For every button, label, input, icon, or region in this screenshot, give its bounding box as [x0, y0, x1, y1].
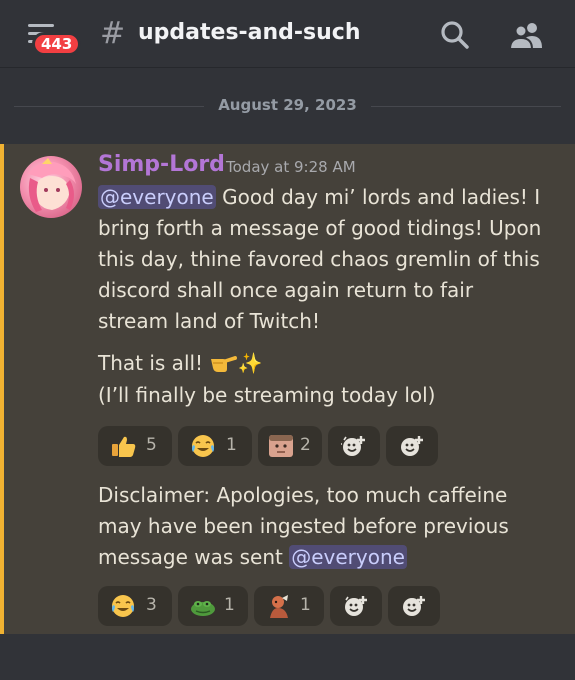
channel-name[interactable]: updates-and-such — [138, 20, 361, 45]
message-line-7: (I’ll finally be streaming today lol) — [98, 383, 436, 407]
search-icon[interactable] — [440, 20, 470, 50]
add-reaction-button[interactable] — [386, 426, 438, 466]
sparkles-emoji: ✨ — [237, 351, 263, 375]
channel-hash-icon: # — [100, 16, 126, 51]
message-line-1: @everyone Good day mi’ lords and ladies!… — [98, 182, 558, 213]
date-label: August 29, 2023 — [218, 96, 357, 114]
reaction-count: 3 — [146, 595, 157, 615]
reaction-joy[interactable]: 3 — [98, 586, 172, 626]
pointing-hand-emoji — [211, 356, 238, 372]
reaction-count: 1 — [224, 595, 235, 615]
divider-line-right — [371, 106, 561, 107]
message-line-5: stream land of Twitch! — [98, 309, 320, 333]
unread-badge: 443 — [32, 32, 82, 56]
avatar-image — [28, 158, 76, 212]
message-line-4: discord shall once again return to fair — [98, 278, 474, 302]
custom-face-emoji-icon — [269, 435, 293, 457]
author-username[interactable]: Simp-Lord — [98, 152, 225, 177]
members-icon[interactable] — [510, 20, 544, 50]
everyone-mention[interactable]: @everyone — [98, 185, 216, 209]
message-timestamp: Today at 9:28 AM — [226, 158, 356, 176]
message-text: That is all! — [98, 351, 204, 375]
frog-emoji-icon — [191, 601, 215, 616]
reaction-joy[interactable]: 1 — [178, 426, 252, 466]
thumbs-up-icon — [112, 436, 136, 457]
custom-figure-emoji-icon — [270, 595, 288, 618]
add-super-reaction-icon — [341, 436, 365, 456]
date-divider: August 29, 2023 — [14, 94, 561, 118]
avatar[interactable] — [20, 156, 82, 218]
reaction-custom-figure[interactable]: 1 — [254, 586, 324, 626]
reaction-count: 2 — [300, 435, 311, 455]
everyone-mention[interactable]: @everyone — [289, 545, 407, 569]
add-super-reaction-button[interactable] — [330, 586, 382, 626]
add-reaction-icon — [401, 436, 423, 456]
add-super-reaction-button[interactable] — [328, 426, 380, 466]
menu-button[interactable]: 443 — [22, 18, 82, 58]
followup-line-2: may have been ingested before previous — [98, 514, 509, 538]
mention-highlight-bar — [0, 144, 4, 634]
message-group: Simp-Lord Today at 9:28 AM @everyone Goo… — [0, 144, 575, 634]
message-text: message was sent — [98, 545, 283, 569]
channel-header: 443 # updates-and-such — [0, 0, 575, 68]
message-line-2: bring forth a message of good tidings! U… — [98, 216, 542, 240]
followup-line-3: message was sent @everyone — [98, 542, 558, 573]
add-reaction-icon — [403, 596, 425, 616]
joy-face-icon — [192, 435, 214, 457]
reaction-count: 5 — [146, 435, 157, 455]
joy-face-icon — [112, 595, 134, 617]
add-super-reaction-icon — [345, 596, 367, 616]
message-text: Good day mi’ lords and ladies! I — [215, 185, 541, 209]
message-line-6: That is all! ✨ — [98, 348, 558, 379]
reaction-count: 1 — [300, 595, 311, 615]
reaction-thumbs-up[interactable]: 5 — [98, 426, 172, 466]
chat-background — [0, 634, 575, 680]
reaction-frog[interactable]: 1 — [178, 586, 248, 626]
add-reaction-button[interactable] — [388, 586, 440, 626]
message-line-3: this day, thine favored chaos gremlin of… — [98, 247, 540, 271]
reaction-custom-face[interactable]: 2 — [258, 426, 322, 466]
followup-line-1: Disclaimer: Apologies, too much caffeine — [98, 483, 508, 507]
reaction-count: 1 — [226, 435, 237, 455]
